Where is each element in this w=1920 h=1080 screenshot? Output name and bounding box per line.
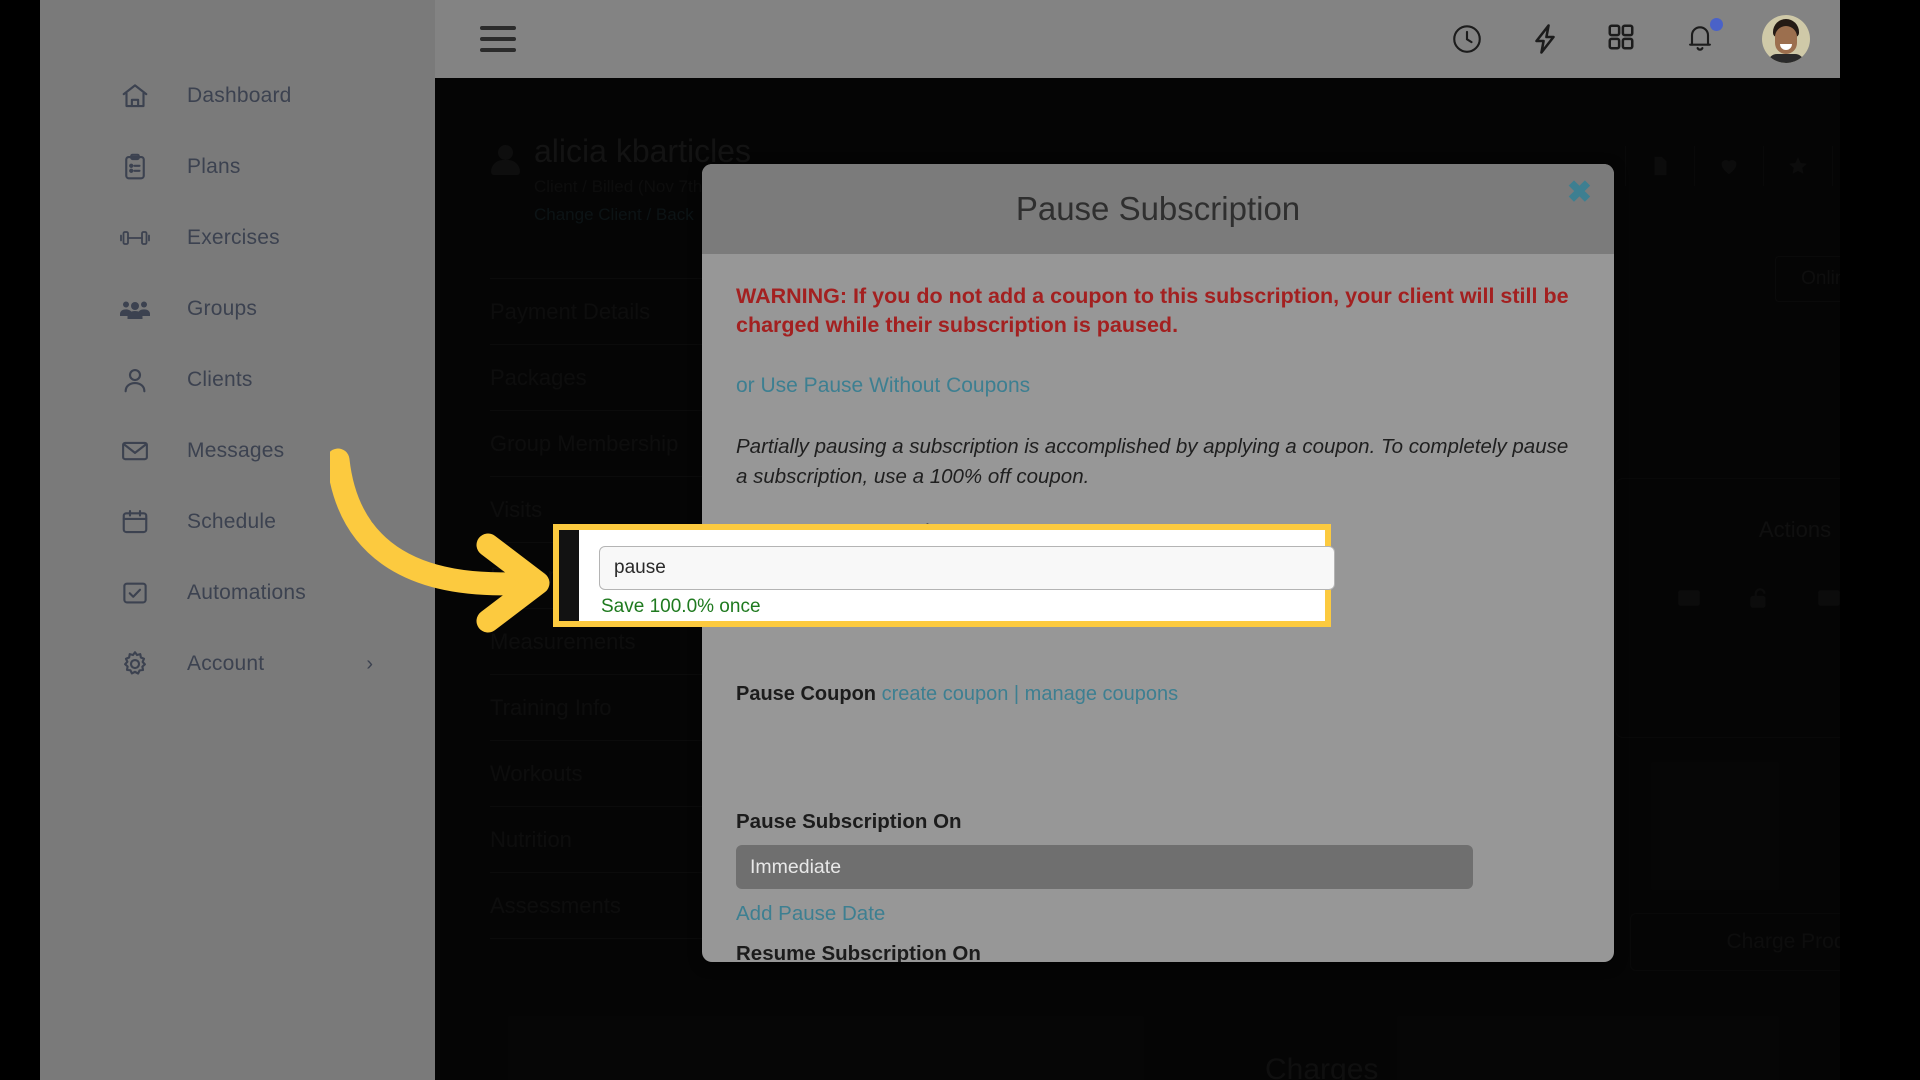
- sidebar-item-schedule[interactable]: Schedule ›: [40, 486, 435, 557]
- chevron-right-icon[interactable]: ›: [366, 654, 373, 674]
- gear-icon: [118, 647, 152, 681]
- pause-without-coupons-link[interactable]: or Use Pause Without Coupons: [736, 374, 1580, 398]
- coupon-field-highlight: Save 100.0% once: [553, 524, 1335, 627]
- modal-body: WARNING: If you do not add a coupon to t…: [702, 254, 1614, 545]
- sidebar-item-label: Groups: [187, 296, 258, 320]
- sidebar-item-label: Plans: [187, 154, 241, 178]
- sidebar-item-clients[interactable]: Clients: [40, 344, 435, 415]
- sidebar-item-label: Automations: [187, 580, 306, 604]
- pause-coupon-input[interactable]: [599, 546, 1335, 590]
- highlight-content: Save 100.0% once: [579, 530, 1335, 621]
- sidebar-item-exercises[interactable]: Exercises: [40, 202, 435, 273]
- sidebar-item-label: Account: [187, 651, 265, 675]
- person-icon: [118, 363, 152, 397]
- sidebar-item-automations[interactable]: Automations: [40, 557, 435, 628]
- sidebar-item-dashboard[interactable]: Dashboard: [40, 60, 435, 131]
- top-bar-actions: [1450, 15, 1840, 63]
- calendar-icon: [118, 505, 152, 539]
- avatar[interactable]: [1762, 15, 1810, 63]
- frame-left: [0, 0, 40, 1080]
- sidebar-item-groups[interactable]: Groups: [40, 273, 435, 344]
- home-icon: [118, 79, 152, 113]
- dumbbell-icon: [118, 221, 152, 255]
- sidebar-item-account[interactable]: Account ›: [40, 628, 435, 699]
- clipboard-icon: [118, 150, 152, 184]
- coupon-save-note: Save 100.0% once: [601, 596, 761, 617]
- grid-apps-icon[interactable]: [1606, 22, 1640, 56]
- close-icon[interactable]: ✖: [1567, 178, 1592, 208]
- pause-on-value: Immediate: [750, 855, 842, 878]
- highlight-gap: [559, 530, 579, 621]
- pause-on-select[interactable]: Immediate: [736, 845, 1473, 889]
- sidebar-item-plans[interactable]: Plans: [40, 131, 435, 202]
- people-icon: [118, 292, 152, 326]
- hamburger-icon[interactable]: [480, 26, 516, 52]
- bell-icon[interactable]: [1684, 18, 1723, 56]
- pause-subscription-on-label: Pause Subscription On: [736, 810, 962, 833]
- pause-on-group: Pause Subscription On Immediate Add Paus…: [736, 810, 1473, 926]
- chevron-right-icon[interactable]: ›: [366, 512, 373, 532]
- notification-badge: [1710, 18, 1723, 31]
- top-bar: [435, 0, 1840, 78]
- sidebar-item-label: Exercises: [187, 225, 280, 249]
- sidebar: Dashboard Plans Exercises Groups Clients…: [40, 0, 435, 1080]
- pause-coupon-label: Pause Coupon: [736, 683, 877, 705]
- link-separator: |: [1013, 683, 1020, 705]
- pause-coupon-label-row: Pause Coupon create coupon | manage coup…: [736, 683, 1178, 706]
- modal-title: Pause Subscription: [1015, 190, 1301, 227]
- sidebar-item-label: Schedule: [187, 509, 277, 533]
- warning-text: WARNING: If you do not add a coupon to t…: [736, 284, 1569, 338]
- explanation-text: Partially pausing a subscription is acco…: [736, 435, 1569, 488]
- add-pause-date-link[interactable]: Add Pause Date: [736, 902, 1473, 926]
- envelope-icon: [118, 434, 152, 468]
- lightning-bolt-icon[interactable]: [1528, 22, 1562, 56]
- sidebar-nav: Dashboard Plans Exercises Groups Clients…: [40, 60, 435, 699]
- screen: Dashboard Plans Exercises Groups Clients…: [0, 0, 1920, 1080]
- sidebar-item-messages[interactable]: Messages: [40, 415, 435, 486]
- clock-icon[interactable]: [1450, 22, 1484, 56]
- modal-header: Pause Subscription ✖: [702, 164, 1614, 254]
- sidebar-item-label: Clients: [187, 367, 253, 391]
- create-coupon-link[interactable]: create coupon: [882, 683, 1009, 705]
- sidebar-item-label: Messages: [187, 438, 285, 462]
- checkbox-icon: [118, 576, 152, 610]
- manage-coupons-link[interactable]: manage coupons: [1025, 683, 1178, 705]
- resume-subscription-on-label: Resume Subscription On: [736, 942, 981, 962]
- sidebar-item-label: Dashboard: [187, 83, 292, 107]
- frame-right: [1840, 0, 1920, 1080]
